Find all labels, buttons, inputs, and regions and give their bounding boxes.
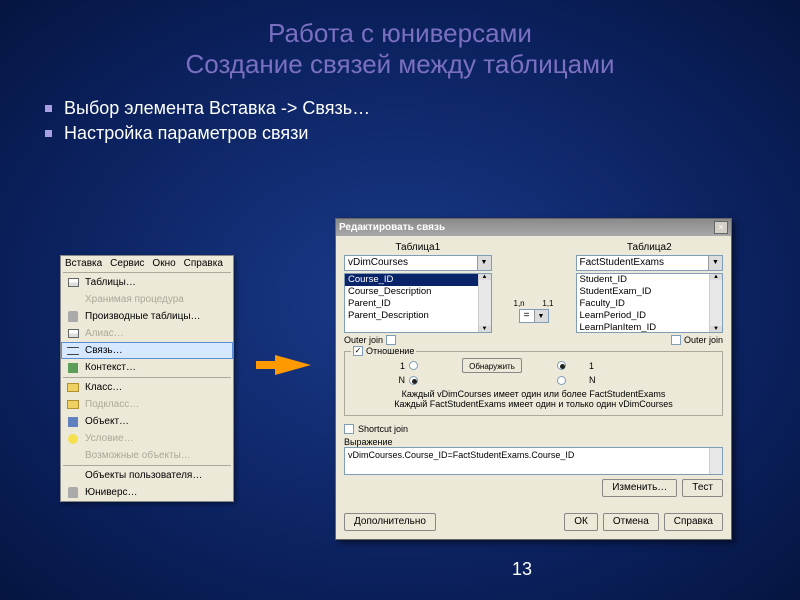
menu-item-class[interactable]: Класс… [61,379,233,396]
chevron-down-icon: ▼ [534,310,548,322]
menu-item-alias: Алиас… [61,325,233,342]
chevron-down-icon[interactable]: ▼ [477,256,491,270]
expression-label: Выражение [344,437,723,447]
list-item[interactable]: LearnPeriod_ID [577,310,723,322]
edit-link-dialog: Редактировать связь × Таблица1 vDimCours… [335,218,732,540]
folder-icon [67,383,79,392]
relation-checkbox[interactable] [353,346,363,356]
table2-combo[interactable]: FactStudentExams▼ [576,255,724,271]
bullet-icon [45,105,52,112]
list-item[interactable]: Course_Description [345,286,491,298]
context-icon [68,363,78,373]
table-icon [68,278,79,287]
more-button[interactable]: Дополнительно [344,513,436,531]
scrollbar[interactable] [709,448,722,474]
menu-item-derived[interactable]: Производные таблицы… [61,308,233,325]
help-button[interactable]: Справка [664,513,723,531]
right-one-radio[interactable] [557,361,566,370]
list-item[interactable]: Faculty_ID [577,298,723,310]
relation-text-2: Каждый FactStudentExams имеет один и тол… [351,399,716,409]
bullet-icon [45,130,52,137]
shortcut-join-label: Shortcut join [358,424,408,434]
detect-button[interactable]: Обнаружить [462,358,522,373]
menu-bar: Вставка Сервис Окно Справка [61,256,233,271]
list-item[interactable]: StudentExam_ID [577,286,723,298]
dialog-titlebar[interactable]: Редактировать связь × [336,219,731,236]
outer-join-left-checkbox[interactable] [386,335,396,345]
derived-icon [68,311,78,322]
menu-item-stored-proc: Хранимая процедура [61,291,233,308]
menubar-window[interactable]: Окно [152,258,175,269]
list-item[interactable]: LearnPlanItem_ID [577,322,723,333]
folder-icon [67,400,79,409]
list-item[interactable]: Student_ID [577,274,723,286]
menu-item-condition: Условие… [61,430,233,447]
list-item[interactable]: Parent_Description [345,310,491,322]
menu-item-possible: Возможные объекты… [61,447,233,464]
table2-columns-list[interactable]: Student_ID StudentExam_ID Faculty_ID Lea… [576,273,724,333]
condition-icon [68,434,78,444]
table2-label: Таблица2 [576,242,724,253]
bullet-text: Настройка параметров связи [64,123,308,144]
right-many-radio[interactable] [557,376,566,385]
bullet-list: Выбор элемента Вставка -> Связь… Настрой… [45,98,800,144]
scrollbar[interactable] [478,274,491,332]
table1-columns-list[interactable]: Course_ID Course_Description Parent_ID P… [344,273,492,333]
menubar-help[interactable]: Справка [184,258,223,269]
relation-text-1: Каждый vDimCourses имеет один или более … [351,389,716,399]
table1-label: Таблица1 [344,242,492,253]
universe-icon [68,487,78,498]
menubar-insert[interactable]: Вставка [65,258,102,269]
outer-join-right-checkbox[interactable] [671,335,681,345]
bullet-text: Выбор элемента Вставка -> Связь… [64,98,370,119]
left-one-radio[interactable] [409,361,418,370]
menu-item-tables[interactable]: Таблицы… [61,274,233,291]
left-many-radio[interactable] [409,376,418,385]
shortcut-join-checkbox[interactable] [344,424,354,434]
operator-combo[interactable]: =▼ [519,309,549,323]
chevron-down-icon[interactable]: ▼ [708,256,722,270]
test-button[interactable]: Тест [682,479,723,497]
edit-button[interactable]: Изменить… [602,479,677,497]
menu-item-universe[interactable]: Юниверс… [61,484,233,501]
scrollbar[interactable] [709,274,722,332]
menu-item-object[interactable]: Объект… [61,413,233,430]
object-icon [68,417,78,427]
menubar-tools[interactable]: Сервис [110,258,144,269]
ok-button[interactable]: ОК [564,513,598,531]
table1-combo[interactable]: vDimCourses▼ [344,255,492,271]
menu-item-user-objects[interactable]: Объекты пользователя… [61,467,233,484]
link-icon [67,347,79,355]
menu-item-subclass: Подкласс… [61,396,233,413]
dialog-title: Редактировать связь [339,222,445,233]
close-button[interactable]: × [714,221,728,234]
arrow-icon [275,355,311,375]
list-item[interactable]: Parent_ID [345,298,491,310]
cardinality-group: Отношение 1 Обнаружить 1 N N Каждый vDim… [344,351,723,416]
insert-menu-popup: Вставка Сервис Окно Справка Таблицы… Хра… [60,255,234,502]
outer-join-right-label: Outer join [684,335,723,345]
slide-title-1: Работа с юниверсами [0,18,800,49]
cancel-button[interactable]: Отмена [603,513,659,531]
menu-item-context[interactable]: Контекст… [61,359,233,376]
slide-title-2: Создание связей между таблицами [0,49,800,80]
alias-icon [68,329,79,338]
list-item[interactable]: Course_ID [345,274,491,286]
expression-textarea[interactable]: vDimCourses.Course_ID=FactStudentExams.C… [344,447,723,475]
outer-join-left-label: Outer join [344,335,383,345]
page-number: 13 [512,559,532,580]
menu-item-link[interactable]: Связь… [61,342,233,359]
